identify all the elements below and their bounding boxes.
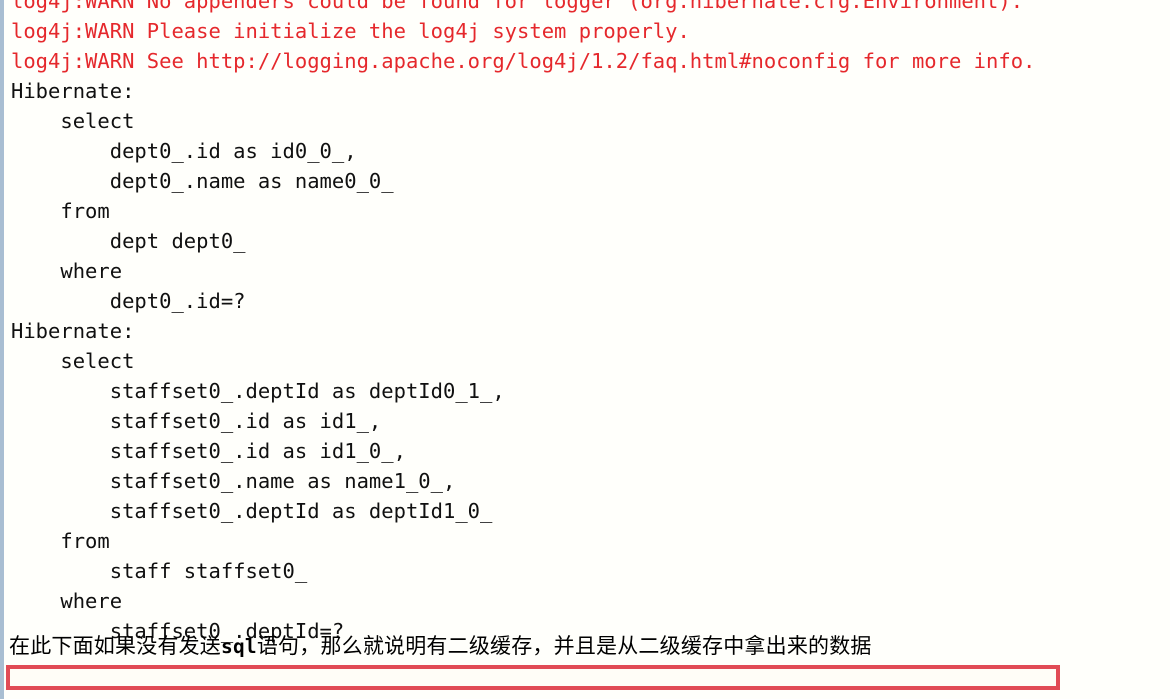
console-line: from [11,529,110,553]
annotation-keyword: sql [221,635,257,658]
console-line: dept0_.id as id0_0_, [11,139,357,163]
annotation-prefix: 在此下面如果没有发送 [9,634,221,658]
console-line: staff staffset0_ [11,559,308,583]
console-output-text[interactable]: log4j:WARN No appenders could be found f… [8,0,1170,646]
red-highlight-rectangle [6,665,1060,690]
console-line: staffset0_.deptId as deptId1_0_ [11,499,493,523]
annotation-note: 在此下面如果没有发送sql语句，那么就说明有二级缓存，并且是从二级缓存中拿出来的… [9,631,872,661]
console-line: dept0_.name as name0_0_ [11,169,394,193]
console-line: staffset0_.name as name1_0_, [11,469,456,493]
console-line: from [11,199,110,223]
console-line: dept0_.id=? [11,289,246,313]
console-line: Hibernate: [11,319,147,343]
console-line: staffset0_.id as id1_0_, [11,439,406,463]
console-panel[interactable]: log4j:WARN No appenders could be found f… [0,0,1170,699]
console-line: log4j:WARN No appenders could be found f… [11,0,1024,13]
console-line: dept dept0_ [11,229,246,253]
console-line: log4j:WARN Please initialize the log4j s… [11,19,690,43]
console-line: staffset0_.deptId as deptId0_1_, [11,379,505,403]
console-line: Hibernate: [11,79,147,103]
annotation-suffix: 语句，那么就说明有二级缓存，并且是从二级缓存中拿出来的数据 [256,634,872,658]
console-line: where [11,259,123,283]
console-line: log4j:WARN See http://logging.apache.org… [11,49,1036,73]
console-line: staffset0_.id as id1_, [11,409,382,433]
console-line: where [11,589,123,613]
console-line: select [11,349,135,373]
console-line: select [11,109,135,133]
